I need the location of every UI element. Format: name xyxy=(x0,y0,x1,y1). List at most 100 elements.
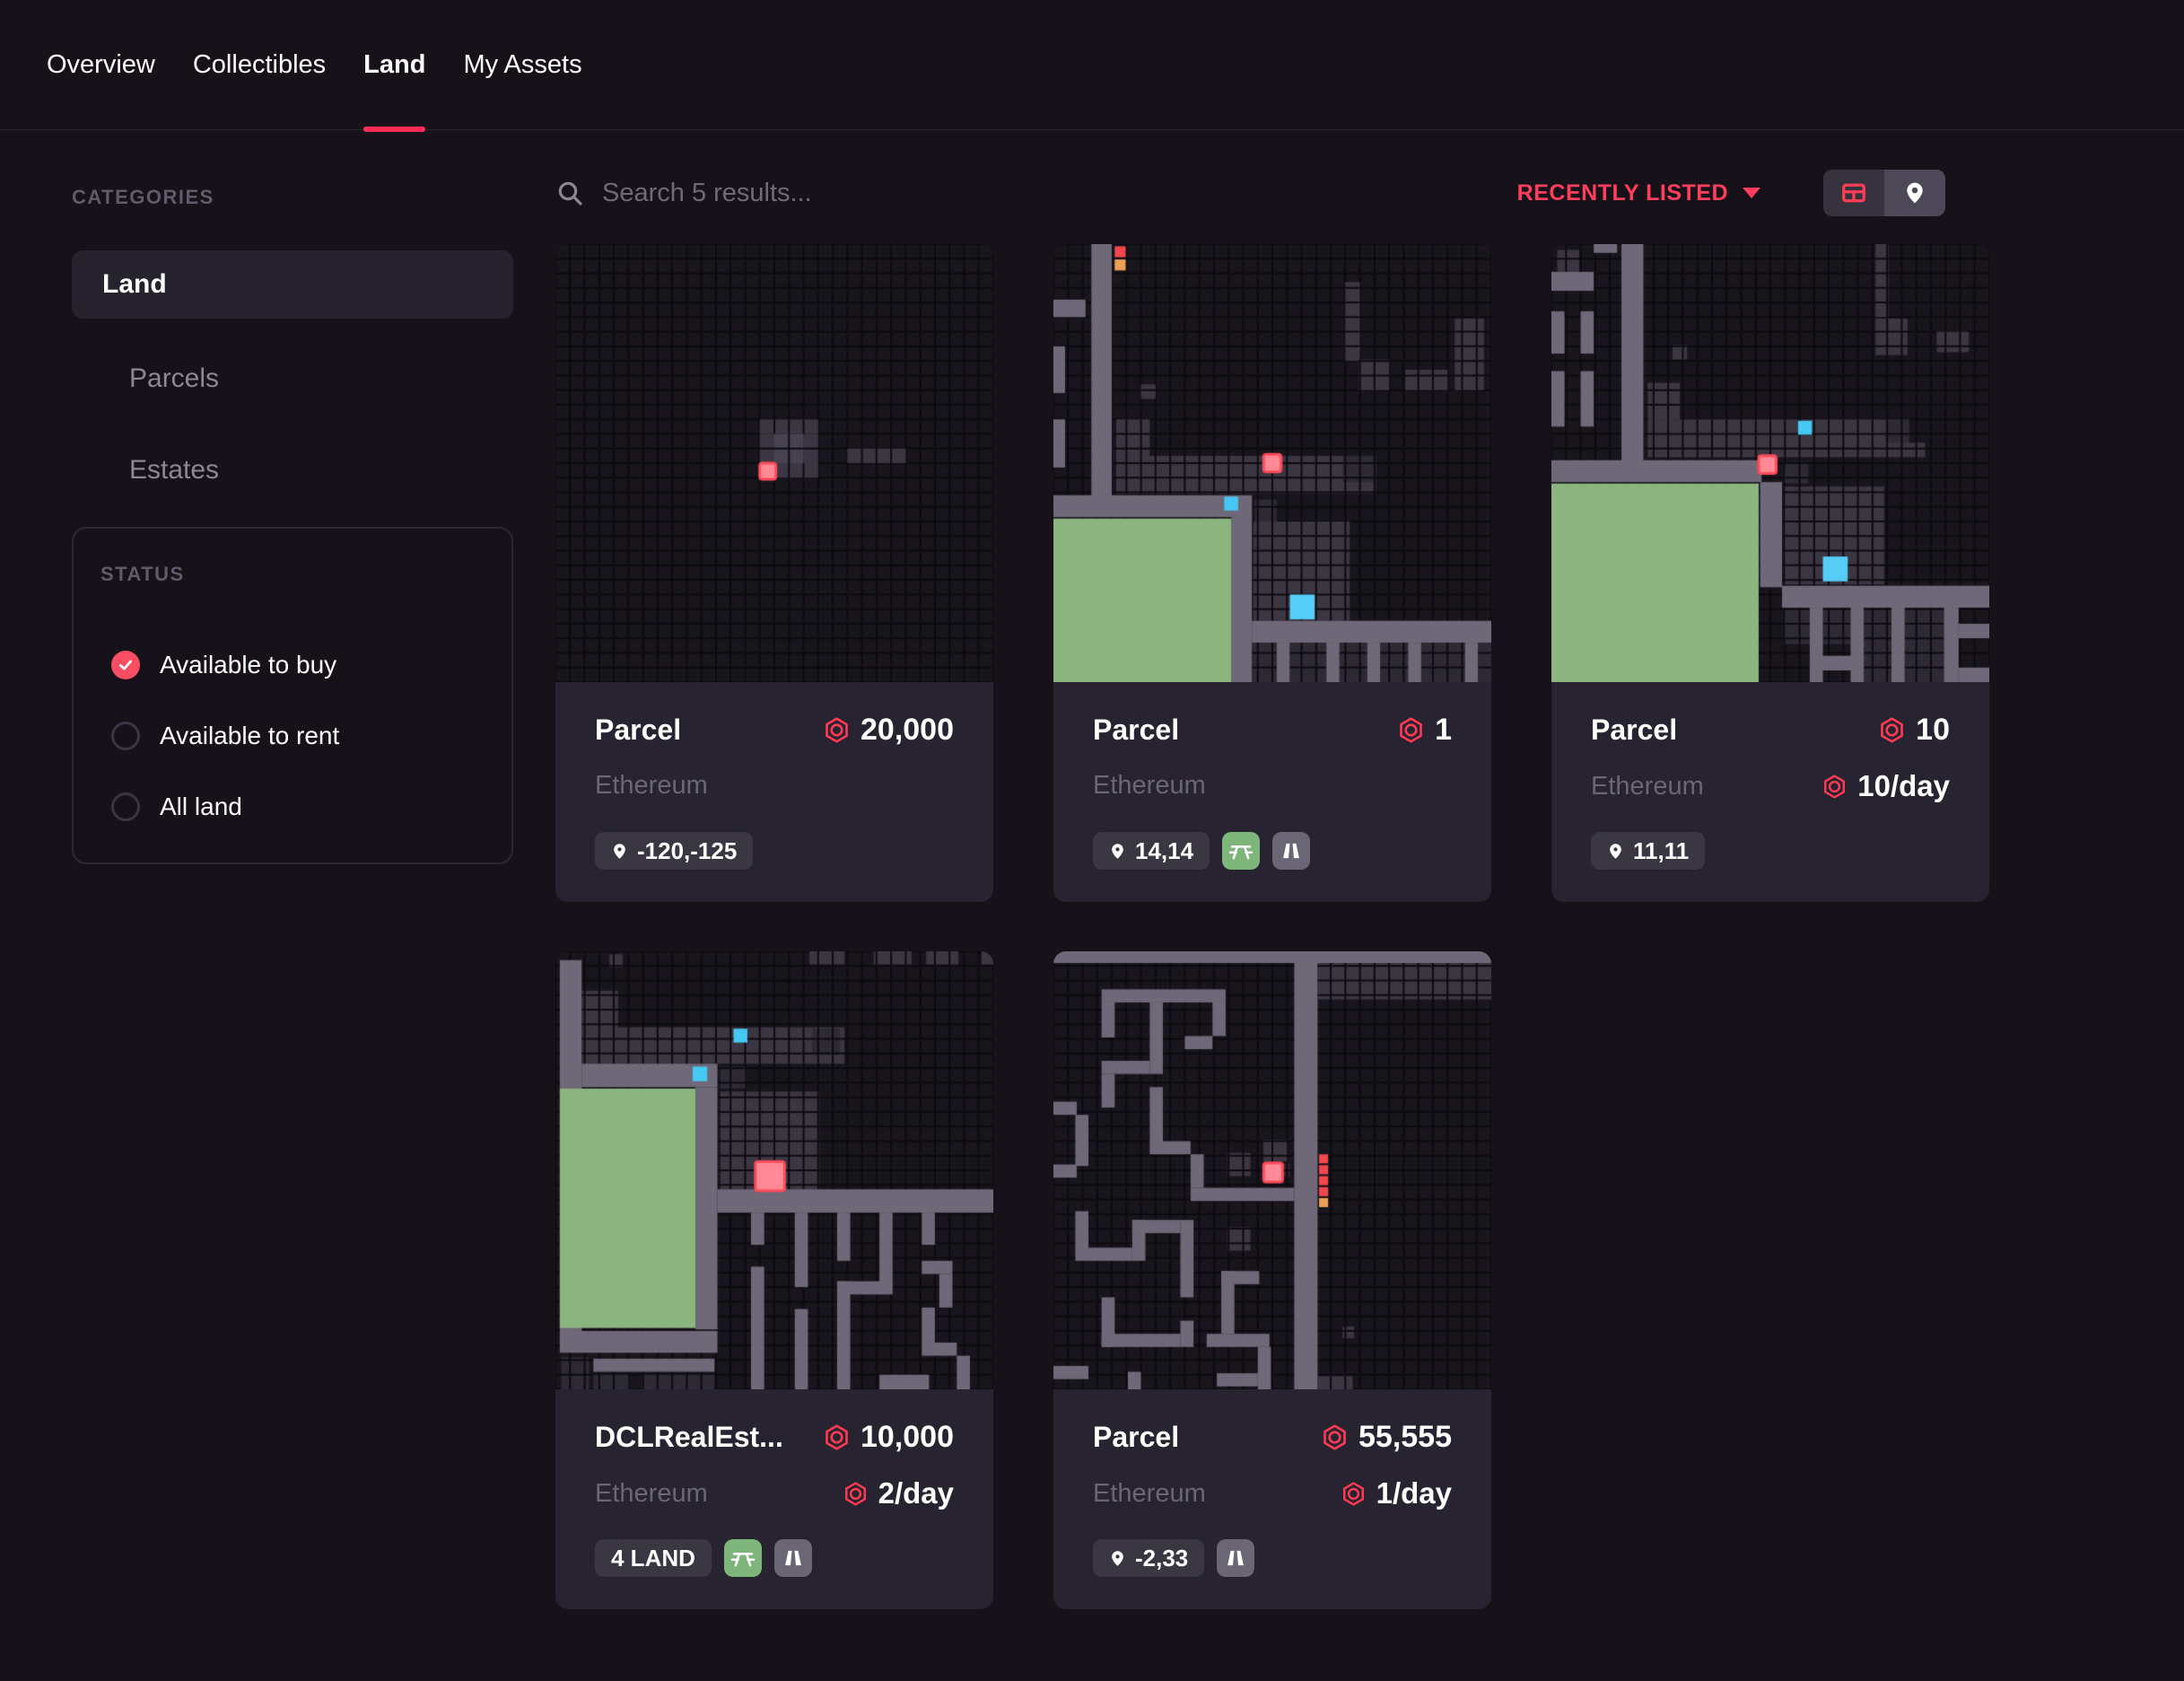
rent-value: 2/day xyxy=(878,1476,954,1510)
road-icon xyxy=(1224,1546,1247,1570)
near-road-badge xyxy=(1217,1539,1254,1577)
rent-value: 1/day xyxy=(1376,1476,1452,1510)
chevron-down-icon xyxy=(1743,188,1760,198)
price-value: 55,555 xyxy=(1358,1420,1452,1455)
location-badge: -120,-125 xyxy=(595,832,753,870)
radio-available-to-rent[interactable]: Available to rent xyxy=(111,722,485,750)
sidebar-item-parcels[interactable]: Parcels xyxy=(72,365,513,392)
search-bar[interactable] xyxy=(555,178,1517,209)
grid-view-icon xyxy=(1840,179,1867,206)
mana-icon xyxy=(1398,717,1424,743)
location-badge: 14,14 xyxy=(1093,832,1210,870)
category-list: Land Parcels Estates xyxy=(72,250,513,484)
road-icon xyxy=(1280,839,1303,862)
check-icon xyxy=(118,657,134,673)
radio-label: All land xyxy=(160,792,242,821)
picnic-table-icon xyxy=(1228,838,1254,863)
tab-my-assets[interactable]: My Assets xyxy=(463,0,581,129)
search-icon xyxy=(555,179,584,207)
radio-label: Available to rent xyxy=(160,722,339,750)
price-value: 1 xyxy=(1435,713,1452,748)
map-pin-icon xyxy=(611,841,628,862)
sort-label: RECENTLY LISTED xyxy=(1517,180,1728,206)
status-filter-box: STATUS Available to buy Available to rent… xyxy=(72,527,513,864)
mana-icon xyxy=(1341,1482,1366,1506)
parcel-map-preview xyxy=(1053,951,1491,1389)
network-label: Ethereum xyxy=(595,1479,708,1509)
asset-card[interactable]: Parcel 20,000 Ethereum -120,-125 xyxy=(555,244,993,902)
location-badge: -2,33 xyxy=(1093,1539,1204,1577)
location-badge: 4 LAND xyxy=(595,1539,712,1577)
sidebar: CATEGORIES Land Parcels Estates STATUS Ava… xyxy=(72,130,513,864)
rent-price: 2/day xyxy=(843,1476,954,1510)
radio-available-to-buy[interactable]: Available to buy xyxy=(111,651,485,679)
search-input[interactable] xyxy=(600,178,1175,209)
sidebar-item-estates[interactable]: Estates xyxy=(72,457,513,484)
radio-unchecked-icon[interactable] xyxy=(111,792,140,821)
card-footer: Parcel 1 Ethereum 14,14 xyxy=(1053,682,1491,902)
near-park-badge xyxy=(724,1539,762,1577)
tab-overview[interactable]: Overview xyxy=(47,0,155,129)
location-text: -120,-125 xyxy=(637,837,737,865)
road-icon xyxy=(782,1546,805,1570)
status-option-list: Available to buy Available to rent All lan… xyxy=(100,651,485,821)
asset-card-grid: Parcel 20,000 Ethereum -120,-125 Parcel 1 Ethe… xyxy=(555,244,1989,1681)
asset-title: Parcel xyxy=(1093,1421,1179,1454)
radio-checked-icon[interactable] xyxy=(111,651,140,679)
parcel-map-preview xyxy=(555,244,993,682)
mana-icon xyxy=(824,717,850,743)
sort-dropdown[interactable]: RECENTLY LISTED xyxy=(1517,180,1760,206)
network-label: Ethereum xyxy=(595,771,708,801)
asset-title: Parcel xyxy=(595,714,681,747)
mana-icon xyxy=(1322,1424,1348,1450)
view-toggle xyxy=(1823,170,1945,216)
network-label: Ethereum xyxy=(1093,771,1206,801)
map-pin-icon xyxy=(1607,841,1624,862)
location-text: 11,11 xyxy=(1633,837,1689,865)
radio-all-land[interactable]: All land xyxy=(111,792,485,821)
rent-price: 10/day xyxy=(1822,769,1950,803)
parcel-map-preview xyxy=(1053,244,1491,682)
asset-title: Parcel xyxy=(1591,714,1677,747)
near-road-badge xyxy=(774,1539,812,1577)
categories-label: CATEGORIES xyxy=(72,186,513,209)
location-text: 4 LAND xyxy=(611,1545,695,1572)
network-label: Ethereum xyxy=(1591,772,1704,801)
network-label: Ethereum xyxy=(1093,1479,1206,1509)
price: 10 xyxy=(1879,713,1950,748)
price-value: 10,000 xyxy=(860,1420,954,1455)
mana-icon xyxy=(824,1424,850,1450)
price: 20,000 xyxy=(824,713,954,748)
map-pin-icon xyxy=(1903,179,1926,206)
mana-icon xyxy=(1822,775,1847,799)
tab-land[interactable]: Land xyxy=(363,0,425,129)
near-park-badge xyxy=(1222,832,1260,870)
location-text: 14,14 xyxy=(1135,837,1193,865)
grid-view-button[interactable] xyxy=(1823,170,1884,216)
asset-title: DCLRealEst... xyxy=(595,1421,783,1454)
card-footer: Parcel 20,000 Ethereum -120,-125 xyxy=(555,682,993,902)
asset-card[interactable]: Parcel 10 Ethereum 10/day 11,11 xyxy=(1551,244,1989,902)
picnic-table-icon xyxy=(730,1545,756,1571)
map-pin-icon xyxy=(1109,841,1126,862)
mana-icon xyxy=(843,1482,868,1506)
radio-label: Available to buy xyxy=(160,651,336,679)
mana-icon xyxy=(1879,717,1905,743)
rent-value: 10/day xyxy=(1857,769,1950,803)
price: 10,000 xyxy=(824,1420,954,1455)
asset-title: Parcel xyxy=(1093,714,1179,747)
map-pin-icon xyxy=(1109,1548,1126,1569)
sidebar-item-land[interactable]: Land xyxy=(72,250,513,319)
location-text: -2,33 xyxy=(1135,1545,1188,1572)
results-area: RECENTLY LISTED Parcel 20,000 Ethereum -120… xyxy=(555,130,1989,1681)
status-label: STATUS xyxy=(100,563,485,586)
radio-unchecked-icon[interactable] xyxy=(111,722,140,750)
card-footer: Parcel 55,555 Ethereum 1/day -2,33 xyxy=(1053,1389,1491,1609)
asset-card[interactable]: Parcel 1 Ethereum 14,14 xyxy=(1053,244,1491,902)
tab-collectibles[interactable]: Collectibles xyxy=(193,0,326,129)
asset-card[interactable]: Parcel 55,555 Ethereum 1/day -2,33 xyxy=(1053,951,1491,1609)
parcel-map-preview xyxy=(555,951,993,1389)
map-view-button[interactable] xyxy=(1884,170,1945,216)
asset-card[interactable]: DCLRealEst... 10,000 Ethereum 2/day 4 LAND xyxy=(555,951,993,1609)
card-footer: DCLRealEst... 10,000 Ethereum 2/day 4 LAND xyxy=(555,1389,993,1609)
